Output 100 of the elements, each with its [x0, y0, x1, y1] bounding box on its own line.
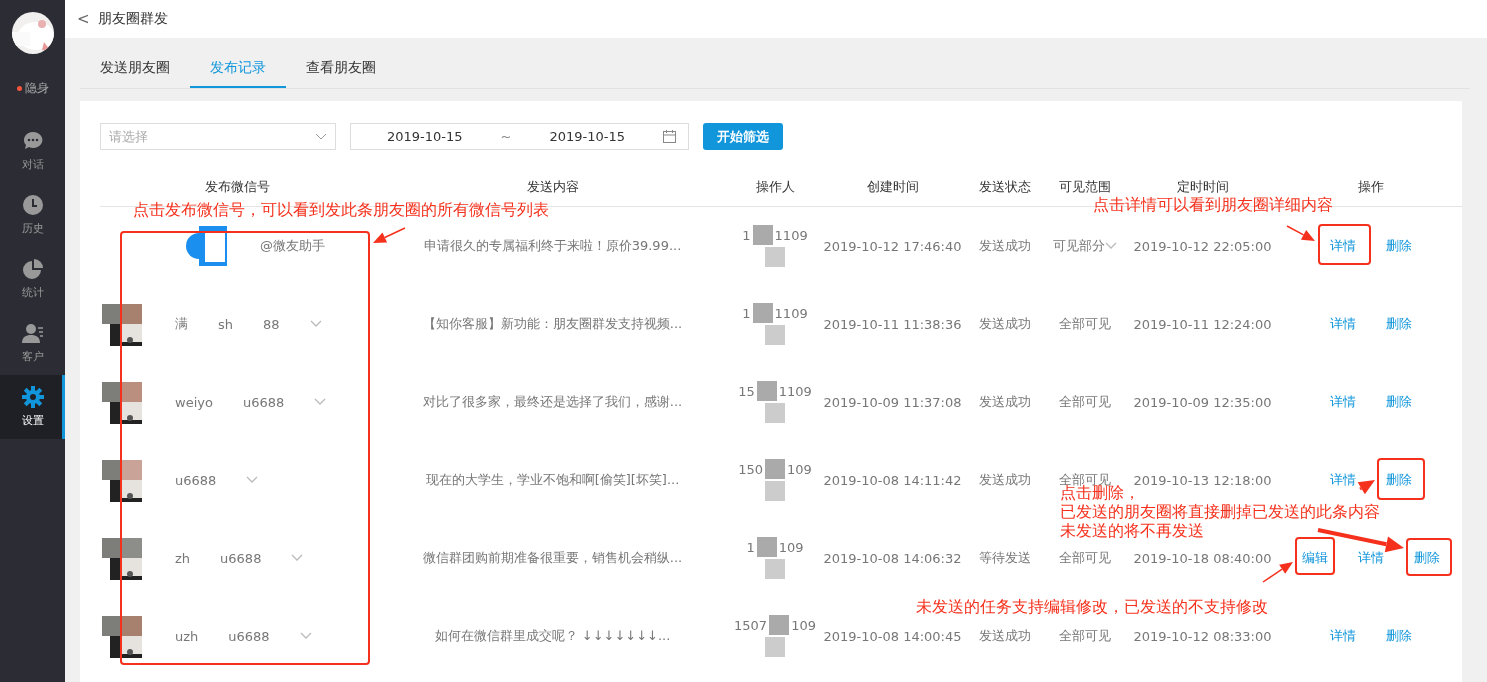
annotation-line: 未发送的将不再发送 — [1060, 521, 1204, 540]
operator-text: 1109 — [778, 383, 812, 399]
post-content: 如何在微信群里成交呢？ ↓↓↓↓↓↓↓... — [434, 627, 671, 645]
pie-chart-icon — [21, 258, 44, 280]
visibility-text: 全部可见 — [1059, 627, 1111, 645]
visibility-text: 全部可见 — [1059, 393, 1111, 411]
wechat-account[interactable]: u6688 — [175, 472, 217, 488]
redacted-block — [765, 481, 785, 501]
redacted-block — [765, 403, 785, 423]
clock-icon — [21, 194, 44, 216]
action-link[interactable]: 删除 — [1386, 627, 1412, 645]
wechat-account[interactable]: @微友助手 — [260, 237, 325, 255]
status-dot — [16, 86, 22, 91]
created-time: 2019-10-08 14:11:42 — [823, 472, 962, 488]
visibility-text: 全部可见 — [1059, 315, 1111, 333]
created-time: 2019-10-11 11:38:36 — [823, 316, 962, 332]
callout-arrow — [373, 227, 406, 243]
operator-text: 150 — [738, 461, 763, 477]
scheduled-time: 2019-10-13 12:18:00 — [1133, 472, 1272, 488]
scheduled-time: 2019-10-18 08:40:00 — [1133, 550, 1272, 566]
annotation-text: 点击详情可以看到朋友圈详细内容 — [1093, 195, 1333, 214]
filter-button[interactable]: 开始筛选 — [703, 123, 783, 150]
page-title: 朋友圈群发 — [97, 10, 168, 28]
nav-item[interactable]: 对话 — [0, 119, 65, 183]
post-content: 申请很久的专属福利终于来啦！原价39.99... — [423, 237, 682, 255]
post-content: 【知你客服】新功能：朋友圈群发支持视频... — [422, 315, 683, 333]
callout-arrow — [1286, 225, 1315, 241]
redacted-block — [765, 247, 785, 267]
action-link[interactable]: 详情 — [1330, 393, 1356, 411]
highlight-box — [1295, 537, 1335, 575]
annotation-line: 已发送的朋友圈将直接删掉已发送的此条内容 — [1060, 502, 1380, 521]
end-date: 2019-10-15 — [549, 129, 625, 144]
action-link[interactable]: 详情 — [1330, 627, 1356, 645]
tab[interactable]: 查看朋友圈 — [286, 51, 396, 88]
scheduled-time: 2019-10-12 22:05:00 — [1133, 238, 1272, 254]
callout-arrow — [1357, 480, 1375, 495]
action-link[interactable]: 详情 — [1330, 315, 1356, 333]
scheduled-time: 2019-10-11 12:24:00 — [1133, 316, 1272, 332]
highlight-box — [1406, 538, 1452, 576]
nav-item[interactable]: 设置 — [0, 375, 65, 439]
wechat-account[interactable]: 88 — [263, 316, 280, 332]
created-time: 2019-10-09 11:37:08 — [823, 394, 962, 410]
range-separator: ~ — [500, 129, 512, 144]
account-select[interactable]: 请选择 — [100, 123, 336, 150]
tab[interactable]: 发布记录 — [190, 51, 286, 88]
highlight-box — [1377, 458, 1425, 500]
chat-icon — [21, 130, 44, 152]
redacted-block — [752, 225, 773, 245]
wechat-account[interactable]: uzh — [175, 628, 199, 644]
column-header: 操作人 — [730, 178, 820, 207]
annotation-text: 未发送的任务支持编辑修改，已发送的不支持修改 — [916, 597, 1268, 616]
operator-text: 109 — [787, 461, 812, 477]
operator-text: 109 — [778, 539, 804, 555]
redacted-block — [765, 459, 785, 479]
post-content: 对比了很多家，最终还是选择了我们，感谢... — [422, 393, 683, 411]
post-content: 微信群团购前期准备很重要，销售机会稍纵... — [422, 549, 683, 567]
scheduled-time: 2019-10-12 08:33:00 — [1133, 628, 1272, 644]
wechat-account[interactable]: u6688 — [242, 394, 285, 410]
visibility-text: 全部可见 — [1059, 549, 1111, 567]
operator-text: 109 — [791, 617, 816, 633]
action-link[interactable]: 删除 — [1386, 393, 1412, 411]
column-header: 发送状态 — [965, 178, 1045, 207]
status-label: 隐身 — [24, 80, 49, 97]
wechat-account[interactable]: weiyo — [175, 394, 213, 410]
send-status: 发送成功 — [979, 237, 1031, 255]
action-link[interactable]: 详情 — [1330, 471, 1356, 489]
operator-text: 1 — [742, 305, 751, 321]
wechat-account[interactable]: u6688 — [228, 628, 270, 644]
date-range-field[interactable]: 2019-10-15 ~ 2019-10-15 — [350, 123, 689, 150]
chevron-down-icon — [315, 132, 327, 141]
wechat-account[interactable]: 满 — [175, 315, 188, 333]
user-list-icon — [21, 322, 44, 344]
send-status: 等待发送 — [979, 549, 1031, 567]
redacted-block — [765, 637, 785, 657]
callout-arrow — [1262, 562, 1293, 583]
highlight-box — [1318, 224, 1371, 265]
tab[interactable]: 发送朋友圈 — [80, 51, 190, 88]
nav-item[interactable]: 客户 — [0, 311, 65, 375]
visibility-text: 可见部分 — [1053, 237, 1105, 255]
redacted-block — [765, 325, 785, 345]
wechat-account[interactable]: u6688 — [220, 550, 262, 566]
operator-text: 1 — [746, 539, 755, 555]
created-time: 2019-10-12 17:46:40 — [823, 238, 962, 254]
created-time: 2019-10-08 14:00:45 — [823, 628, 962, 644]
wechat-account[interactable]: zh — [175, 550, 191, 566]
wechat-account[interactable]: sh — [218, 316, 233, 332]
send-status: 发送成功 — [979, 471, 1031, 489]
action-link[interactable]: 删除 — [1386, 315, 1412, 333]
nav-item[interactable]: 统计 — [0, 247, 65, 311]
created-time: 2019-10-08 14:06:32 — [823, 550, 962, 566]
post-content: 现在的大学生，学业不饱和啊[偷笑][坏笑]... — [425, 471, 680, 489]
redacted-block — [765, 559, 785, 579]
back-button[interactable]: < — [77, 10, 90, 28]
action-link[interactable]: 删除 — [1386, 237, 1412, 255]
send-status: 发送成功 — [979, 393, 1031, 411]
operator-text: 1109 — [774, 227, 808, 243]
nav-item[interactable]: 历史 — [0, 183, 65, 247]
operator-text: 1507 — [734, 617, 768, 633]
send-status: 发送成功 — [979, 315, 1031, 333]
action-link[interactable]: 详情 — [1358, 549, 1384, 567]
